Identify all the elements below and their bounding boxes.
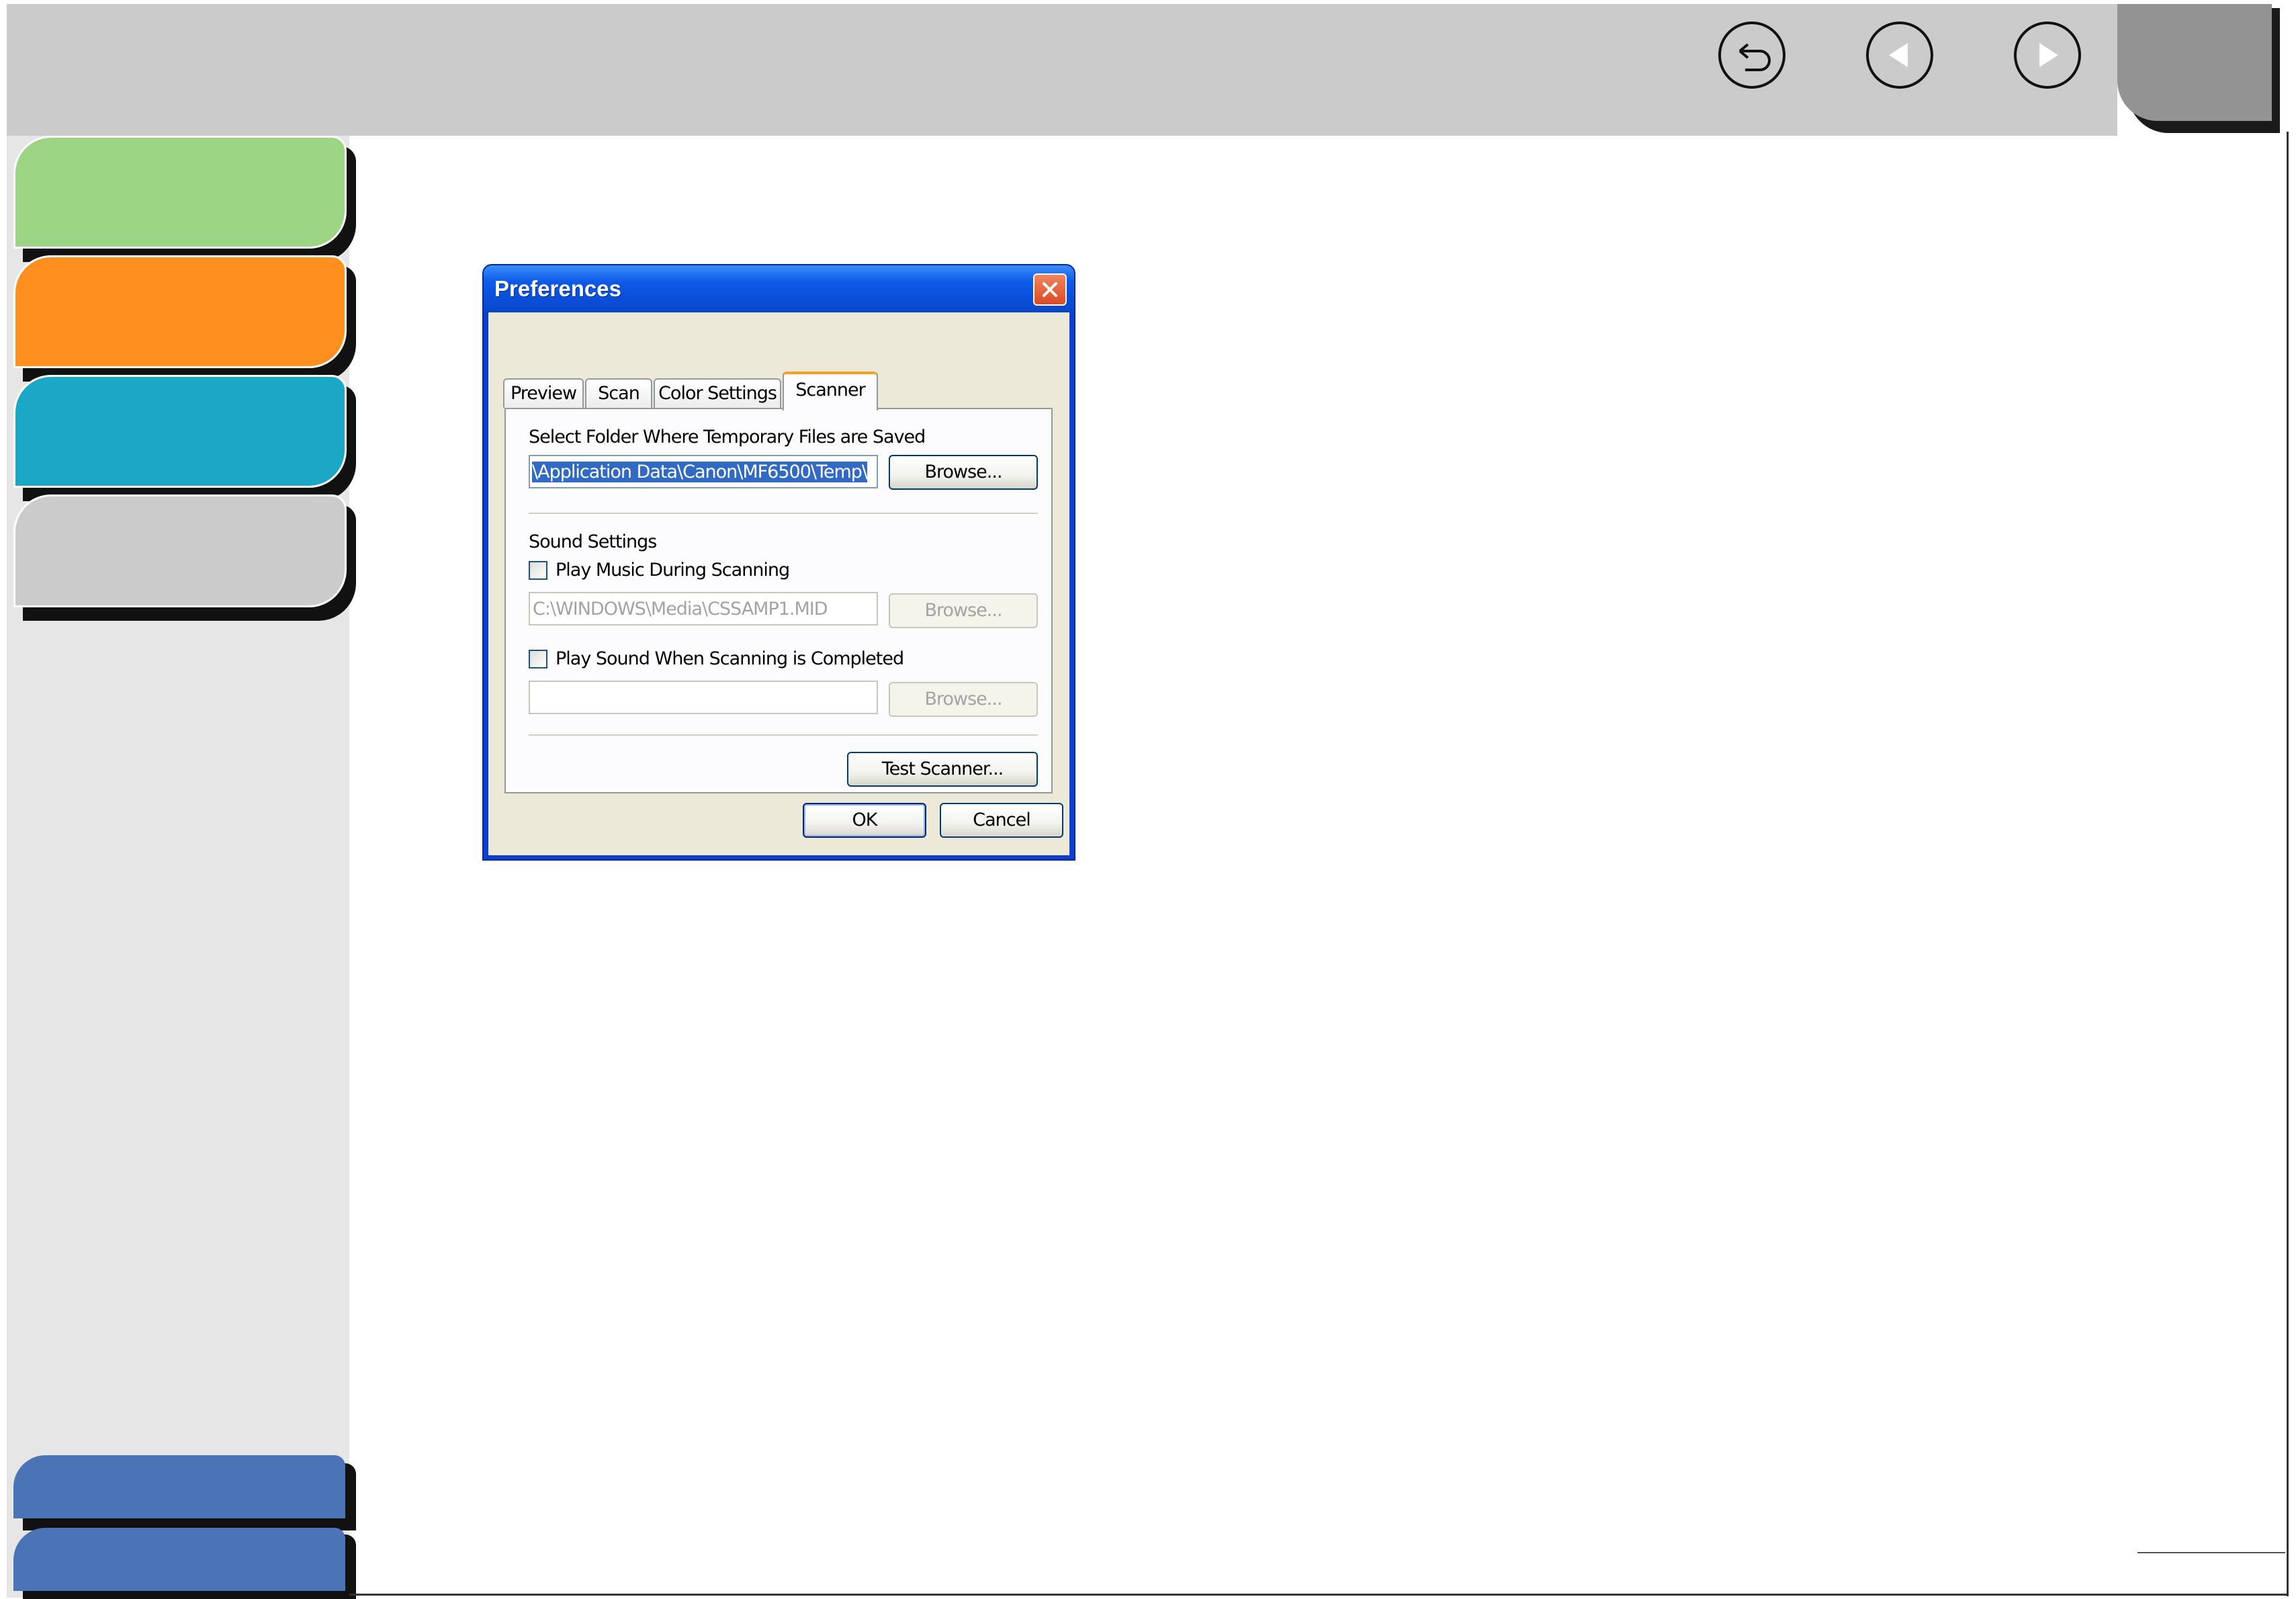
dialog-body: Preview Scan Color Settings Scanner Sele…	[488, 312, 1069, 855]
sidebar-tab-gray[interactable]	[13, 494, 347, 607]
music-browse-button[interactable]: Browse...	[889, 593, 1038, 628]
sidebar-tab-teal[interactable]	[13, 375, 347, 488]
next-page-button[interactable]	[2014, 21, 2081, 89]
temp-folder-field[interactable]: \Application Data\Canon\MF6500\Temp\	[529, 455, 878, 488]
back-button[interactable]	[1718, 21, 1785, 89]
music-file-field[interactable]: C:\WINDOWS\Media\CSSAMP1.MID	[529, 592, 878, 625]
music-file-path: C:\WINDOWS\Media\CSSAMP1.MID	[533, 599, 828, 619]
preferences-dialog: Preferences Preview Scan Color Settings …	[482, 264, 1075, 861]
sidebar	[7, 136, 356, 1599]
tab-preview[interactable]: Preview	[503, 378, 584, 408]
close-x-icon	[1043, 282, 1057, 297]
dialog-titlebar[interactable]: Preferences	[484, 265, 1074, 312]
sidebar-tab-orange[interactable]	[13, 255, 347, 368]
play-music-checkbox[interactable]	[529, 561, 547, 580]
temp-folder-label: Select Folder Where Temporary Files are …	[529, 427, 926, 447]
contents-corner-tab[interactable]	[2117, 4, 2272, 121]
temp-folder-browse-button[interactable]: Browse...	[889, 455, 1038, 490]
sound-file-field[interactable]	[529, 681, 878, 714]
temp-folder-path: \Application Data\Canon\MF6500\Temp\	[532, 462, 868, 482]
top-toolbar	[7, 4, 2117, 136]
sidebar-bottom-tab-1[interactable]	[13, 1455, 345, 1518]
tab-color-settings[interactable]: Color Settings	[654, 378, 781, 408]
play-music-label[interactable]: Play Music During Scanning	[556, 560, 790, 580]
dialog-title: Preferences	[494, 276, 621, 301]
sidebar-tab-green[interactable]	[13, 136, 347, 249]
cancel-button[interactable]: Cancel	[940, 803, 1063, 838]
separator	[529, 513, 1038, 515]
close-button[interactable]	[1033, 273, 1067, 306]
page-frame-right	[2287, 132, 2289, 1596]
triangle-left-icon	[1889, 43, 1908, 67]
tab-scan[interactable]: Scan	[585, 378, 652, 408]
sound-browse-button[interactable]: Browse...	[889, 682, 1038, 717]
tab-scanner[interactable]: Scanner	[783, 372, 878, 410]
footer-rule	[2137, 1552, 2285, 1553]
return-arrow-icon	[1738, 43, 1771, 71]
ok-button[interactable]: OK	[803, 803, 926, 838]
triangle-right-icon	[2039, 43, 2058, 67]
play-sound-label[interactable]: Play Sound When Scanning is Completed	[556, 648, 904, 669]
previous-page-button[interactable]	[1866, 21, 1933, 89]
play-sound-checkbox[interactable]	[529, 650, 547, 668]
test-scanner-button[interactable]: Test Scanner...	[847, 752, 1038, 787]
sound-settings-heading: Sound Settings	[529, 531, 657, 552]
separator	[529, 734, 1038, 736]
sidebar-bottom-tab-2[interactable]	[13, 1528, 345, 1591]
page-frame-bottom	[349, 1594, 2288, 1596]
scanner-tab-panel: Select Folder Where Temporary Files are …	[504, 408, 1053, 793]
